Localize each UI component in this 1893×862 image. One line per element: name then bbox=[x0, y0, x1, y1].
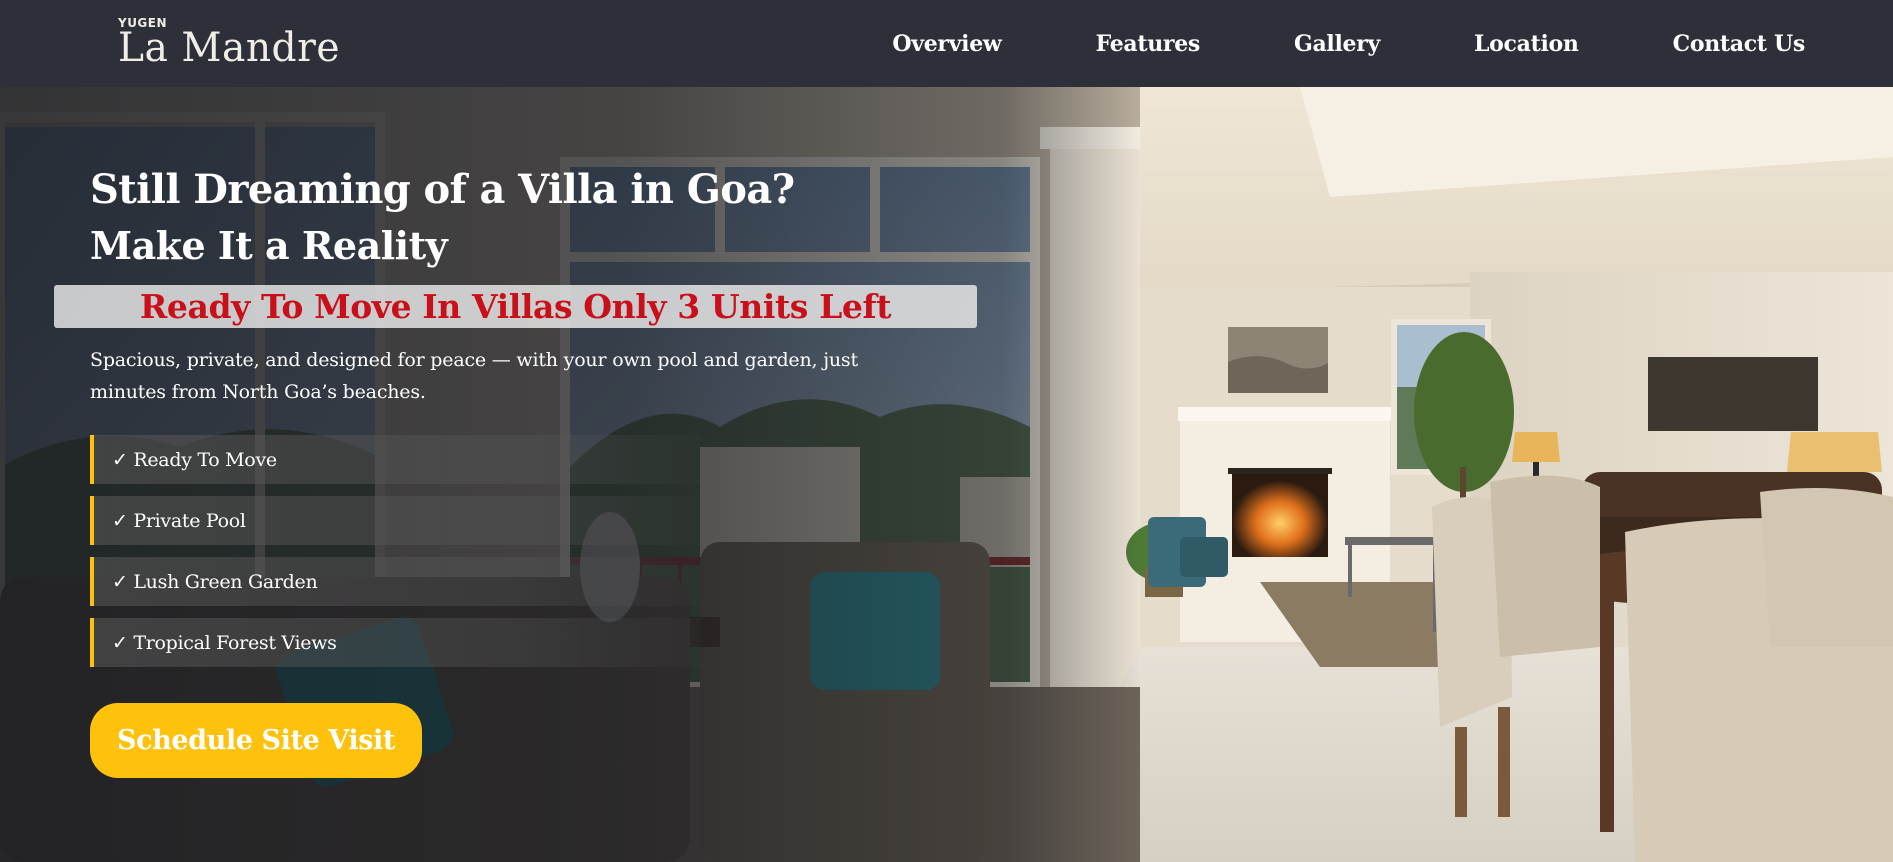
hero-section: Still Dreaming of a Villa in Goa? Make I… bbox=[0, 87, 1893, 862]
nav-menu: Overview Features Gallery Location Conta… bbox=[798, 0, 1805, 87]
hero-subheadline: Make It a Reality bbox=[90, 223, 448, 268]
promo-banner: Ready To Move In Villas Only 3 Units Lef… bbox=[54, 285, 977, 328]
feature-item-ready-to-move: ✓ Ready To Move bbox=[90, 435, 700, 484]
feature-item-tropical-forest-views: ✓ Tropical Forest Views bbox=[90, 618, 700, 667]
feature-item-lush-green-garden: ✓ Lush Green Garden bbox=[90, 557, 700, 606]
schedule-site-visit-button[interactable]: Schedule Site Visit bbox=[90, 703, 422, 778]
top-navbar: YUGEN La Mandre Overview Features Galler… bbox=[0, 0, 1893, 87]
nav-item-features[interactable]: Features bbox=[1096, 31, 1201, 57]
nav-item-gallery[interactable]: Gallery bbox=[1294, 31, 1380, 57]
brand-logo[interactable]: YUGEN La Mandre bbox=[118, 14, 340, 74]
feature-item-private-pool: ✓ Private Pool bbox=[90, 496, 700, 545]
nav-item-location[interactable]: Location bbox=[1474, 31, 1579, 57]
hero-description: Spacious, private, and designed for peac… bbox=[90, 349, 858, 403]
nav-item-contact-us[interactable]: Contact Us bbox=[1673, 31, 1806, 57]
logo-brand-name: La Mandre bbox=[118, 25, 341, 71]
hero-headline: Still Dreaming of a Villa in Goa? bbox=[90, 166, 795, 213]
nav-item-overview[interactable]: Overview bbox=[892, 31, 1002, 57]
hero-content: Still Dreaming of a Villa in Goa? Make I… bbox=[0, 87, 1893, 862]
